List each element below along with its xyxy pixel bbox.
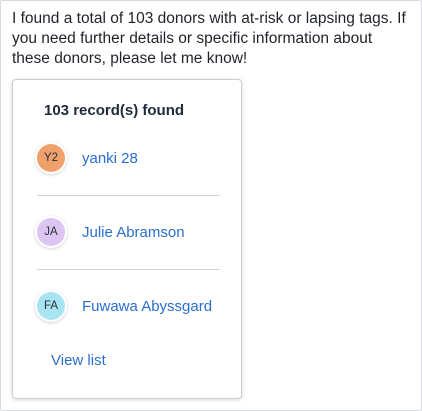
divider	[37, 195, 220, 196]
message-line: these donors, please let me know!	[12, 50, 248, 67]
records-count-title: 103 record(s) found	[44, 102, 185, 119]
assistant-message: I found a total of 103 donors with at-ri…	[12, 9, 417, 69]
record-name-link[interactable]: Fuwawa Abyssgard	[82, 298, 212, 315]
avatar: Y2	[37, 144, 65, 172]
record-item[interactable]: JA Julie Abramson	[37, 212, 217, 252]
records-card: 103 record(s) found Y2 yanki 28 JA Julie…	[12, 79, 242, 399]
record-item[interactable]: FA Fuwawa Abyssgard	[37, 286, 217, 326]
message-line: you need further details or specific inf…	[12, 30, 373, 47]
chat-panel: I found a total of 103 donors with at-ri…	[0, 0, 422, 411]
message-line: I found a total of 103 donors with at-ri…	[12, 10, 406, 27]
view-list-link[interactable]: View list	[51, 352, 106, 369]
record-name-link[interactable]: yanki 28	[82, 150, 138, 167]
divider	[37, 269, 220, 270]
record-name-link[interactable]: Julie Abramson	[82, 224, 185, 241]
avatar: JA	[37, 218, 65, 246]
record-item[interactable]: Y2 yanki 28	[37, 138, 217, 178]
avatar: FA	[37, 292, 65, 320]
